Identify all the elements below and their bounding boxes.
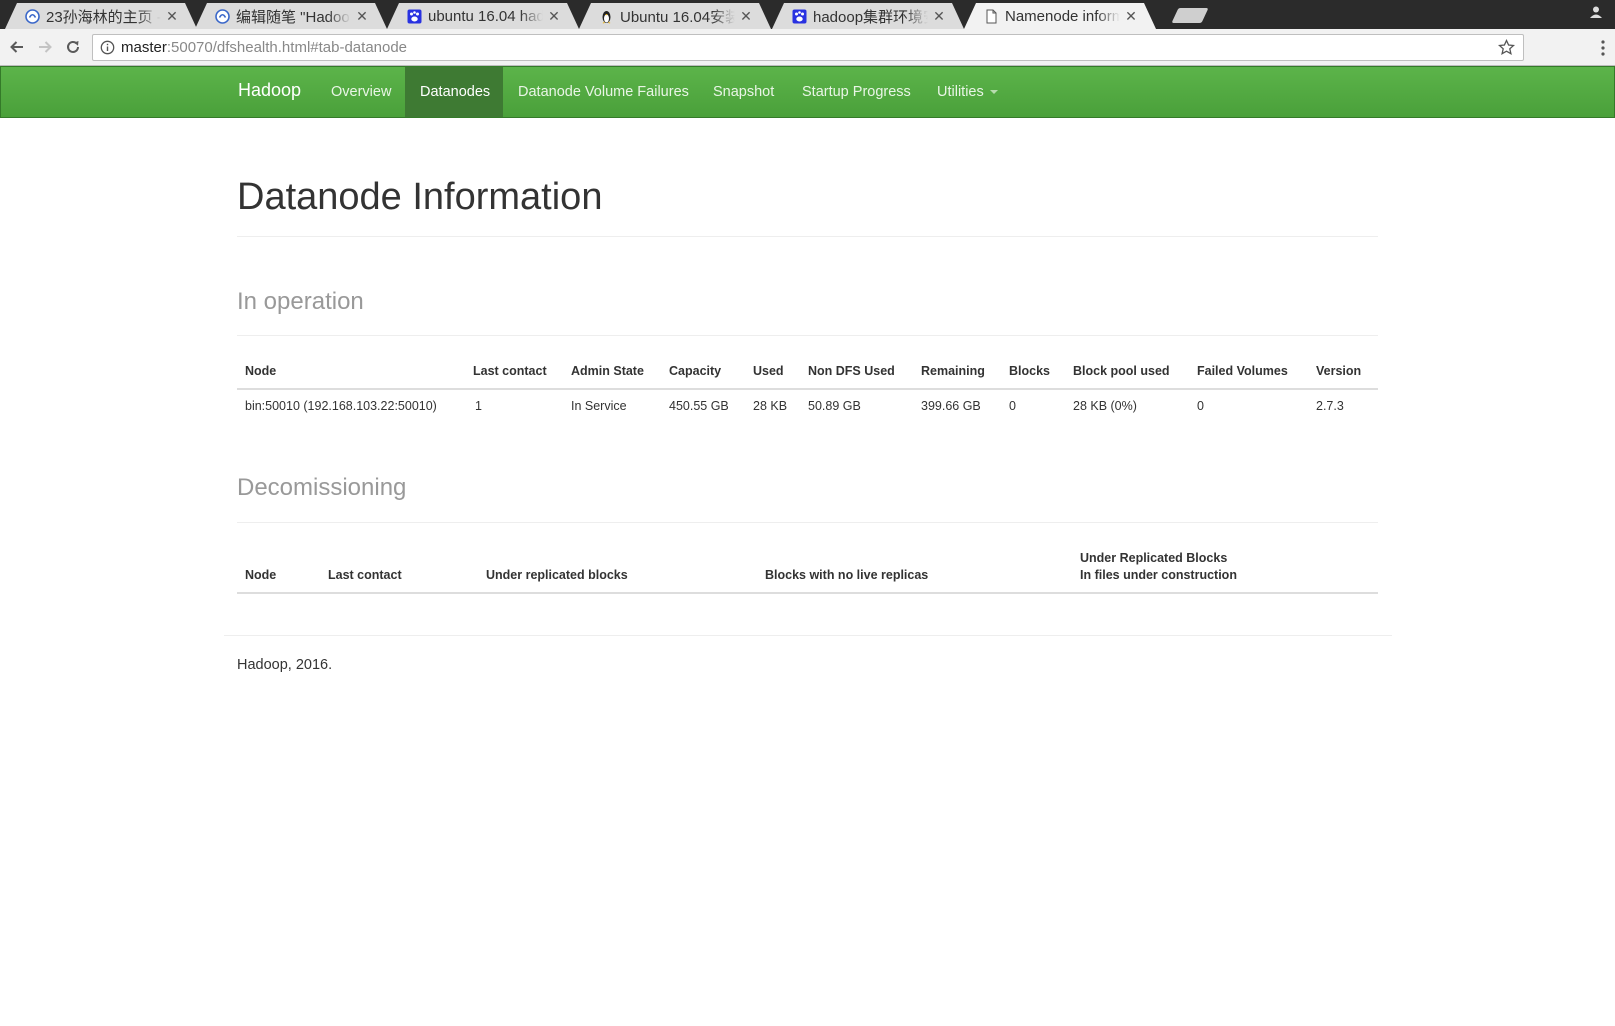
baidu-paw-icon (792, 9, 807, 24)
tab-title: 23孙海林的主页 - 博客园 (46, 8, 153, 26)
section-divider (237, 522, 1378, 523)
nav-utilities-label: Utilities (937, 84, 984, 100)
cell-block-pool-used: 28 KB (0%) (1073, 399, 1137, 413)
page-icon (984, 9, 999, 24)
column-header-admin-state: Admin State (571, 364, 644, 378)
column-header-version: Version (1316, 364, 1362, 378)
browser-tab-active[interactable]: Namenode information ✕ (964, 3, 1156, 29)
cell-last-contact: 1 (475, 399, 482, 413)
page-title: Datanode Information (237, 176, 603, 218)
close-icon[interactable]: ✕ (735, 8, 757, 25)
column-header-block-pool-used: Block pool used (1073, 364, 1170, 378)
close-icon[interactable]: ✕ (351, 8, 373, 25)
tab-title: ubuntu 16.04 hadoop (428, 7, 543, 25)
browser-tab[interactable]: ubuntu 16.04 hadoop ✕ (387, 3, 579, 29)
column-header-blocks: Blocks (1009, 364, 1050, 378)
browser-tab[interactable]: Ubuntu 16.04安装Hadoop ✕ (579, 3, 771, 29)
nav-startup-progress[interactable]: Startup Progress (802, 67, 911, 117)
footer-divider (224, 635, 1392, 636)
browser-toolbar: master:50070/dfshealth.html#tab-datanode (0, 29, 1615, 66)
column-header-line-1: Under Replicated Blocks (1080, 551, 1228, 565)
column-header-used: Used (753, 364, 784, 378)
decommissioning-heading: Decomissioning (237, 474, 407, 501)
column-header-node: Node (245, 568, 277, 582)
column-header-under-replicated-construction: Under Replicated Blocks In files under c… (1080, 550, 1237, 584)
cell-admin-state: In Service (571, 399, 627, 413)
table-header-divider (237, 592, 1378, 594)
linux-tux-icon (599, 9, 614, 24)
new-tab-button[interactable] (1171, 8, 1209, 23)
bookmark-star-icon[interactable] (1497, 38, 1516, 56)
cell-failed-volumes: 0 (1197, 399, 1204, 413)
column-header-capacity: Capacity (669, 364, 722, 378)
hadoop-navbar: Hadoop Overview Datanodes Datanode Volum… (0, 66, 1615, 118)
browser-tab[interactable]: 编辑随笔 "Hadoop集群" ✕ (195, 3, 387, 29)
profile-icon[interactable] (1589, 5, 1603, 19)
nav-snapshot[interactable]: Snapshot (713, 67, 774, 117)
close-icon[interactable]: ✕ (543, 8, 565, 25)
browser-tab-strip: 23孙海林的主页 - 博客园 ✕ 编辑随笔 "Hadoop集群" ✕ ubunt… (0, 0, 1615, 29)
nav-overview[interactable]: Overview (331, 67, 391, 117)
section-divider (237, 335, 1378, 336)
tab-title: hadoop集群环境安装 (813, 8, 924, 26)
cell-capacity: 450.55 GB (669, 399, 729, 413)
info-icon[interactable] (100, 40, 115, 55)
tab-title: Ubuntu 16.04安装Hadoop (620, 8, 735, 26)
table-header-divider (237, 388, 1378, 390)
navbar-brand[interactable]: Hadoop (238, 80, 301, 101)
column-header-line-2: In files under construction (1080, 568, 1237, 582)
close-icon[interactable]: ✕ (928, 8, 950, 25)
column-header-under-replicated-blocks: Under replicated blocks (486, 568, 628, 582)
close-icon[interactable]: ✕ (1120, 8, 1142, 25)
menu-dots-icon[interactable] (1601, 39, 1605, 57)
url-host: master (121, 39, 167, 56)
cell-non-dfs-used: 50.89 GB (808, 399, 861, 413)
url-path: :50070/dfshealth.html#tab-datanode (166, 39, 408, 56)
cell-used: 28 KB (753, 399, 788, 413)
back-arrow-icon[interactable] (8, 38, 26, 56)
cell-node: bin:50010 (192.168.103.22:50010) (245, 399, 437, 413)
column-header-failed-volumes: Failed Volumes (1197, 364, 1288, 378)
address-bar[interactable]: master:50070/dfshealth.html#tab-datanode (92, 34, 1524, 61)
column-header-blocks-no-live-replicas: Blocks with no live replicas (765, 568, 929, 582)
nav-datanodes[interactable]: Datanodes (405, 67, 503, 117)
cnblogs-icon (25, 9, 40, 24)
in-operation-heading: In operation (237, 288, 364, 315)
footer-text: Hadoop, 2016. (237, 657, 333, 673)
browser-tab[interactable]: hadoop集群环境安装 ✕ (772, 3, 964, 29)
cell-version: 2.7.3 (1316, 399, 1344, 413)
tab-title: 编辑随笔 "Hadoop集群" (236, 8, 350, 26)
reload-icon[interactable] (64, 38, 82, 56)
column-header-last-contact: Last contact (473, 364, 547, 378)
column-header-last-contact: Last contact (328, 568, 402, 582)
cnblogs-icon (215, 9, 230, 24)
cell-remaining: 399.66 GB (921, 399, 981, 413)
title-divider (237, 236, 1378, 237)
nav-datanode-volume-failures[interactable]: Datanode Volume Failures (518, 67, 689, 117)
baidu-paw-icon (407, 9, 422, 24)
column-header-remaining: Remaining (921, 364, 985, 378)
browser-tab[interactable]: 23孙海林的主页 - 博客园 ✕ (5, 3, 197, 29)
cell-blocks: 0 (1009, 399, 1016, 413)
column-header-non-dfs-used: Non DFS Used (808, 364, 895, 378)
tab-title: Namenode information (1005, 7, 1120, 25)
url-text[interactable]: master:50070/dfshealth.html#tab-datanode (121, 39, 407, 56)
column-header-node: Node (245, 364, 277, 378)
close-icon[interactable]: ✕ (161, 8, 183, 25)
nav-utilities-dropdown[interactable]: Utilities (937, 67, 998, 117)
forward-arrow-icon[interactable] (36, 38, 54, 56)
caret-down-icon (989, 90, 998, 95)
